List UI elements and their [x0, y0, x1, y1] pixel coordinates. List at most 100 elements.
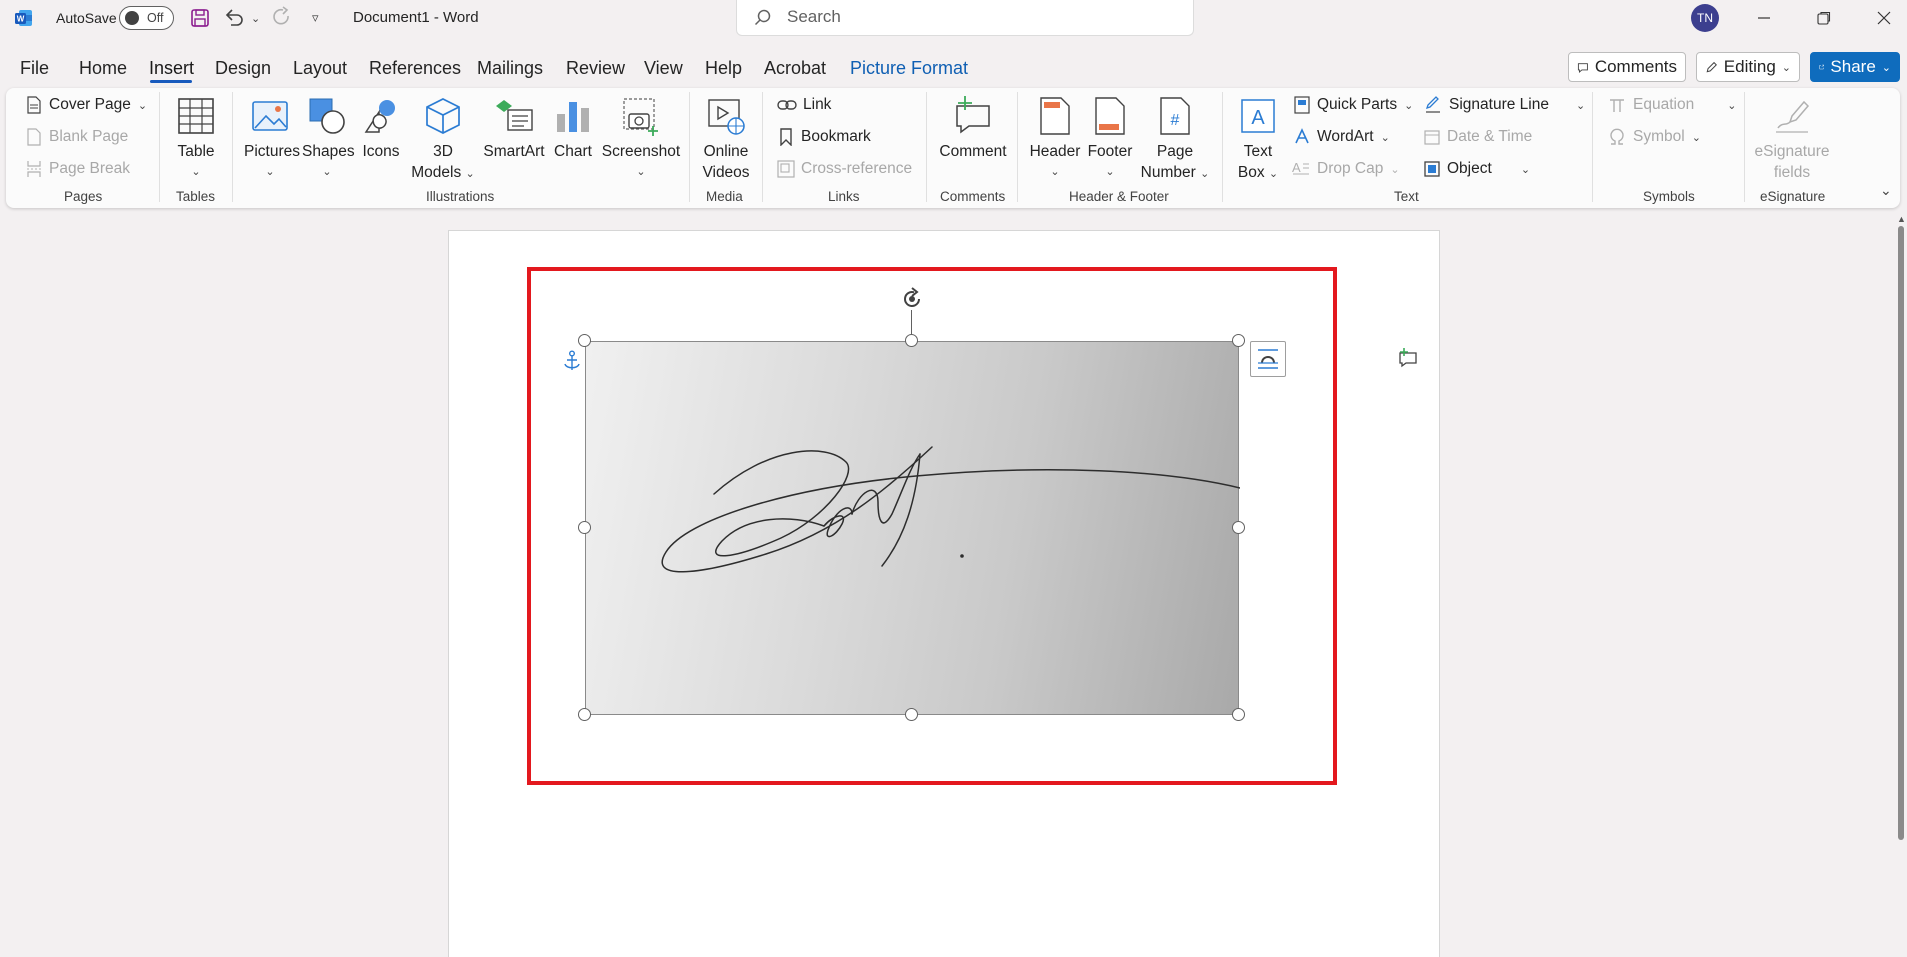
rotate-handle-icon[interactable]	[899, 286, 925, 312]
anchor-icon[interactable]	[562, 350, 582, 372]
object-label: Object	[1447, 160, 1492, 177]
3d-models-button[interactable]: 3D Models ⌄	[410, 96, 476, 185]
3d-models-label-1: 3D	[433, 143, 453, 160]
table-button[interactable]: Table ⌄	[172, 96, 220, 183]
smartart-label: SmartArt	[483, 143, 545, 160]
pictures-button[interactable]: Pictures ⌄	[244, 96, 300, 183]
chevron-down-icon: ⌄	[1380, 131, 1390, 144]
save-icon[interactable]	[189, 7, 211, 29]
object-icon	[1424, 161, 1440, 177]
chart-button[interactable]: Chart	[552, 96, 594, 162]
cross-reference-button[interactable]: Cross-reference	[777, 160, 912, 178]
text-box-button[interactable]: A Text Box ⌄	[1234, 96, 1282, 185]
resize-handle-bottom-right[interactable]	[1232, 708, 1245, 721]
resize-handle-bottom-left[interactable]	[578, 708, 591, 721]
date-time-button[interactable]: Date & Time	[1424, 128, 1532, 146]
tab-design[interactable]: Design	[215, 58, 271, 79]
resize-handle-top[interactable]	[905, 334, 918, 347]
undo-dropdown-icon[interactable]: ⌄	[251, 12, 260, 25]
blank-page-button[interactable]: Blank Page	[26, 128, 128, 146]
ribbon-collapse-icon[interactable]: ⌄	[1880, 182, 1892, 199]
new-comment-button[interactable]: Comment	[938, 96, 1008, 162]
chevron-down-icon: ⌄	[137, 99, 148, 112]
page-break-button[interactable]: Page Break	[26, 160, 130, 178]
cover-page-button[interactable]: Cover Page ⌄	[26, 96, 147, 114]
undo-icon[interactable]	[223, 6, 245, 28]
close-button[interactable]	[1872, 6, 1896, 30]
footer-button[interactable]: Footer ⌄	[1084, 96, 1136, 183]
customize-toolbar-icon[interactable]: ▿	[312, 10, 319, 26]
equation-button[interactable]: Equation ⌄	[1608, 96, 1736, 114]
minimize-button[interactable]	[1752, 6, 1776, 30]
quick-parts-button[interactable]: Quick Parts ⌄	[1294, 96, 1413, 114]
tab-file[interactable]: File	[20, 58, 49, 79]
group-label-tables: Tables	[176, 189, 216, 204]
blank-page-icon	[27, 128, 41, 146]
layout-options-button[interactable]	[1250, 341, 1286, 377]
share-button[interactable]: Share ⌄	[1810, 52, 1900, 82]
esignature-fields-button[interactable]: eSignature fields	[1752, 96, 1832, 183]
word-app-icon[interactable]: W	[14, 8, 34, 28]
esignature-label-1: eSignature	[1754, 143, 1830, 160]
search-box[interactable]: Search	[736, 0, 1194, 36]
chevron-down-icon: ⌄	[1268, 168, 1279, 180]
tab-references[interactable]: References	[369, 58, 461, 79]
comments-button[interactable]: Comments	[1568, 52, 1686, 82]
icons-button[interactable]: Icons	[358, 96, 404, 162]
tab-picture-format[interactable]: Picture Format	[850, 58, 968, 79]
redo-icon[interactable]	[271, 6, 293, 28]
resize-handle-top-right[interactable]	[1232, 334, 1245, 347]
tab-insert[interactable]: Insert	[149, 58, 194, 79]
link-button[interactable]: Link	[777, 96, 831, 114]
chevron-down-icon: ⌄	[1050, 166, 1060, 178]
chevron-down-icon: ⌄	[465, 168, 475, 180]
autosave-toggle[interactable]: Off	[119, 6, 174, 30]
comments-label: Comments	[1594, 57, 1677, 76]
chevron-down-icon: ⌄	[1520, 163, 1531, 176]
tab-layout[interactable]: Layout	[293, 58, 347, 79]
signature-line-label: Signature Line	[1449, 96, 1549, 113]
shapes-button[interactable]: Shapes ⌄	[302, 96, 355, 183]
resize-handle-top-left[interactable]	[578, 334, 591, 347]
wordart-button[interactable]: WordArt ⌄	[1294, 128, 1390, 146]
bookmark-button[interactable]: Bookmark	[779, 128, 871, 146]
tab-view[interactable]: View	[644, 58, 683, 79]
smartart-button[interactable]: SmartArt	[481, 96, 547, 162]
tab-help[interactable]: Help	[705, 58, 742, 79]
table-icon	[178, 98, 214, 134]
group-divider	[232, 92, 233, 202]
tab-acrobat[interactable]: Acrobat	[764, 58, 826, 79]
icons-icon	[364, 100, 395, 133]
add-comment-icon[interactable]	[1397, 347, 1419, 369]
header-button[interactable]: Header ⌄	[1028, 96, 1082, 183]
drop-cap-button[interactable]: A Drop Cap ⌄	[1292, 160, 1400, 178]
tab-review[interactable]: Review	[566, 58, 625, 79]
share-icon	[1819, 64, 1824, 70]
user-initials: TN	[1697, 11, 1713, 25]
page-number-icon: #	[1160, 97, 1190, 135]
online-videos-button[interactable]: Online Videos	[699, 96, 753, 183]
group-label-comments: Comments	[940, 189, 1006, 204]
scrollbar-thumb[interactable]	[1898, 226, 1904, 840]
object-button[interactable]: Object ⌄	[1424, 160, 1530, 178]
tab-home[interactable]: Home	[79, 58, 127, 79]
vertical-scrollbar[interactable]: ▲	[1896, 212, 1907, 957]
tab-mailings[interactable]: Mailings	[477, 58, 543, 79]
header-icon	[1040, 97, 1070, 135]
restore-button[interactable]	[1812, 6, 1836, 30]
page-number-button[interactable]: # Page Number ⌄	[1140, 96, 1210, 185]
resize-handle-left[interactable]	[578, 521, 591, 534]
symbol-button[interactable]: Symbol ⌄	[1608, 128, 1701, 146]
signature-line-button[interactable]: Signature Line ⌄	[1424, 96, 1585, 114]
scroll-up-arrow-icon[interactable]: ▲	[1897, 214, 1906, 224]
resize-handle-bottom[interactable]	[905, 708, 918, 721]
resize-handle-right[interactable]	[1232, 521, 1245, 534]
group-label-links: Links	[828, 189, 860, 204]
symbol-label: Symbol	[1633, 128, 1685, 145]
editing-button[interactable]: Editing ⌄	[1696, 52, 1800, 82]
user-avatar[interactable]: TN	[1691, 4, 1719, 32]
search-placeholder: Search	[787, 7, 841, 26]
screenshot-button[interactable]: Screenshot ⌄	[600, 96, 682, 183]
shapes-icon	[309, 98, 345, 134]
signature-image[interactable]	[585, 341, 1241, 715]
